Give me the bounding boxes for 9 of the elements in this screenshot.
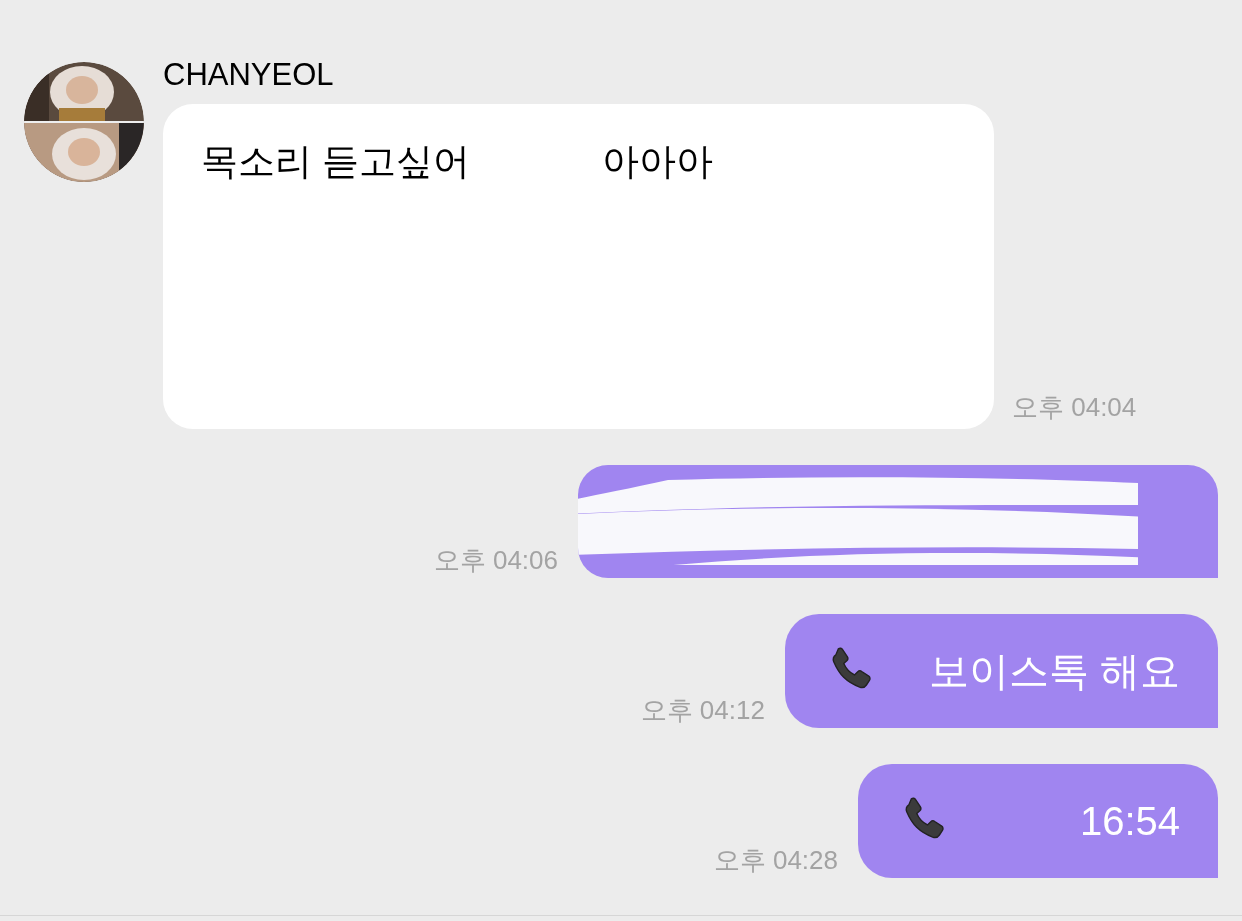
- message-time: 오후 04:12: [640, 695, 765, 725]
- call-text: 보이스톡 해요: [928, 648, 1180, 695]
- message-time: 오후 04:04: [1012, 392, 1137, 422]
- contact-name: CHANYEOL: [163, 59, 335, 90]
- call-text: 16:54: [1079, 798, 1180, 845]
- message-text: 아아아: [602, 140, 714, 184]
- message-text: 목소리 듣고싶어: [201, 140, 471, 184]
- message-time: 오후 04:06: [433, 545, 558, 575]
- message-time: 오후 04:28: [713, 845, 838, 875]
